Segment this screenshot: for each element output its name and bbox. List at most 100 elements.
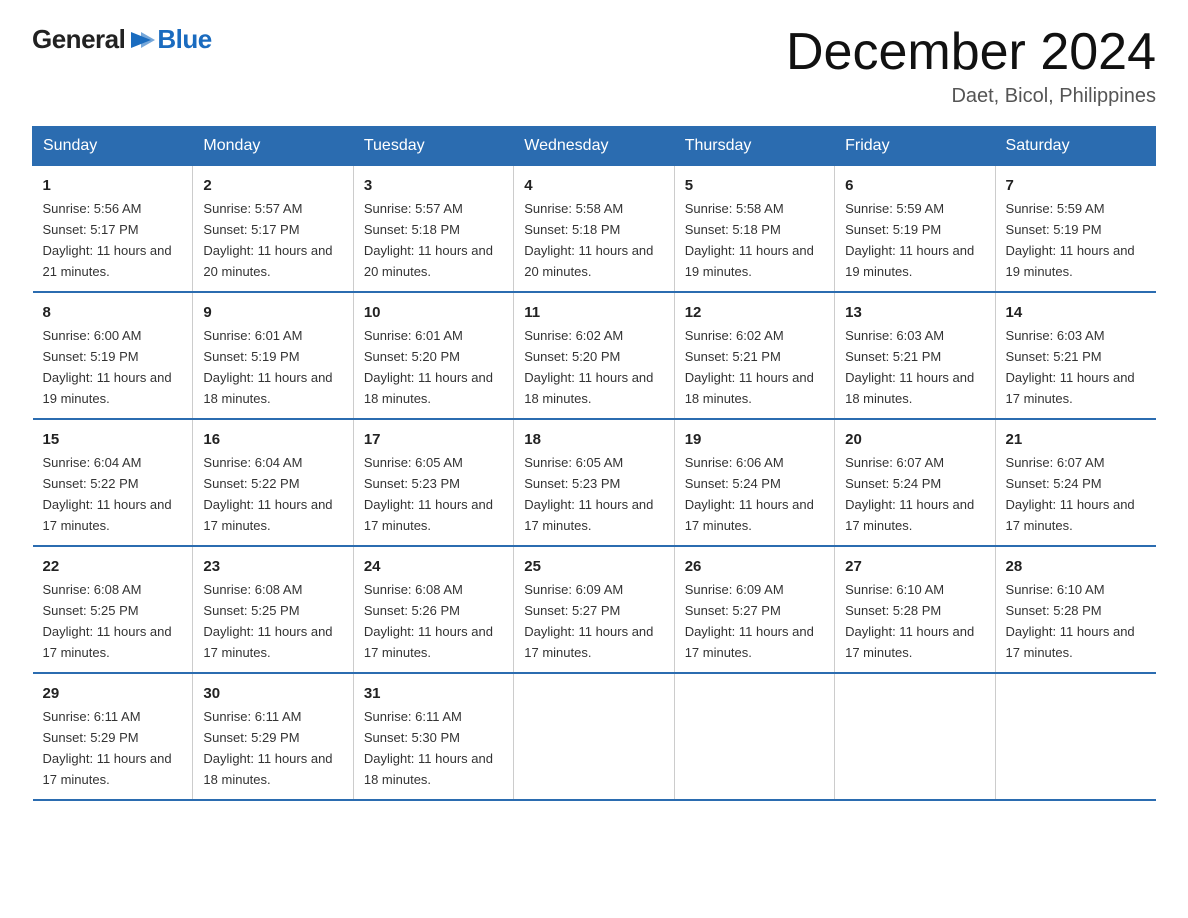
day-info: Sunrise: 6:04 AMSunset: 5:22 PMDaylight:… [43,455,172,533]
calendar-cell: 14 Sunrise: 6:03 AMSunset: 5:21 PMDayligh… [995,292,1155,419]
calendar-week-row: 8 Sunrise: 6:00 AMSunset: 5:19 PMDaylight… [33,292,1156,419]
day-number: 22 [43,555,183,578]
calendar-cell [995,673,1155,800]
calendar-table: Sunday Monday Tuesday Wednesday Thursday… [32,126,1156,801]
day-info: Sunrise: 5:59 AMSunset: 5:19 PMDaylight:… [845,201,974,279]
calendar-cell: 19 Sunrise: 6:06 AMSunset: 5:24 PMDayligh… [674,419,834,546]
day-number: 30 [203,682,342,705]
day-info: Sunrise: 6:01 AMSunset: 5:20 PMDaylight:… [364,328,493,406]
header: General Blue December 2024 Daet, Bicol, … [32,24,1156,108]
day-number: 2 [203,174,342,197]
day-number: 4 [524,174,663,197]
calendar-cell [835,673,995,800]
day-number: 16 [203,428,342,451]
calendar-cell: 1Sunrise: 5:56 AMSunset: 5:17 PMDaylight… [33,166,193,292]
header-thursday: Thursday [674,127,834,166]
day-number: 28 [1006,555,1146,578]
header-sunday: Sunday [33,127,193,166]
day-info: Sunrise: 6:06 AMSunset: 5:24 PMDaylight:… [685,455,814,533]
logo-blue: Blue [157,24,211,55]
calendar-cell: 27 Sunrise: 6:10 AMSunset: 5:28 PMDayligh… [835,546,995,673]
subtitle: Daet, Bicol, Philippines [786,85,1156,108]
calendar-header: Sunday Monday Tuesday Wednesday Thursday… [33,127,1156,166]
header-tuesday: Tuesday [353,127,513,166]
calendar-cell: 30 Sunrise: 6:11 AMSunset: 5:29 PMDayligh… [193,673,353,800]
calendar-cell: 8 Sunrise: 6:00 AMSunset: 5:19 PMDaylight… [33,292,193,419]
day-number: 27 [845,555,984,578]
day-info: Sunrise: 6:11 AMSunset: 5:29 PMDaylight:… [203,709,332,787]
calendar-cell [514,673,674,800]
day-info: Sunrise: 6:11 AMSunset: 5:29 PMDaylight:… [43,709,172,787]
calendar-cell: 11 Sunrise: 6:02 AMSunset: 5:20 PMDayligh… [514,292,674,419]
day-info: Sunrise: 6:05 AMSunset: 5:23 PMDaylight:… [524,455,653,533]
calendar-cell: 10 Sunrise: 6:01 AMSunset: 5:20 PMDayligh… [353,292,513,419]
calendar-cell [674,673,834,800]
calendar-cell: 15 Sunrise: 6:04 AMSunset: 5:22 PMDayligh… [33,419,193,546]
calendar-cell: 21 Sunrise: 6:07 AMSunset: 5:24 PMDayligh… [995,419,1155,546]
day-info: Sunrise: 6:08 AMSunset: 5:25 PMDaylight:… [43,582,172,660]
calendar-cell: 16Sunrise: 6:04 AMSunset: 5:22 PMDayligh… [193,419,353,546]
calendar-cell: 3Sunrise: 5:57 AMSunset: 5:18 PMDaylight… [353,166,513,292]
day-number: 8 [43,301,183,324]
logo: General Blue [32,24,212,55]
logo-general: General [32,24,125,55]
day-number: 17 [364,428,503,451]
calendar-cell: 6 Sunrise: 5:59 AMSunset: 5:19 PMDaylight… [835,166,995,292]
day-number: 24 [364,555,503,578]
day-info: Sunrise: 6:01 AMSunset: 5:19 PMDaylight:… [203,328,332,406]
calendar-week-row: 1Sunrise: 5:56 AMSunset: 5:17 PMDaylight… [33,166,1156,292]
day-info: Sunrise: 6:08 AMSunset: 5:25 PMDaylight:… [203,582,332,660]
day-info: Sunrise: 6:03 AMSunset: 5:21 PMDaylight:… [845,328,974,406]
calendar-cell: 4 Sunrise: 5:58 AMSunset: 5:18 PMDaylight… [514,166,674,292]
day-info: Sunrise: 6:10 AMSunset: 5:28 PMDaylight:… [1006,582,1135,660]
calendar-cell: 28 Sunrise: 6:10 AMSunset: 5:28 PMDayligh… [995,546,1155,673]
day-number: 13 [845,301,984,324]
calendar-week-row: 22 Sunrise: 6:08 AMSunset: 5:25 PMDayligh… [33,546,1156,673]
calendar-cell: 26 Sunrise: 6:09 AMSunset: 5:27 PMDayligh… [674,546,834,673]
day-info: Sunrise: 6:00 AMSunset: 5:19 PMDaylight:… [43,328,172,406]
day-number: 14 [1006,301,1146,324]
header-wednesday: Wednesday [514,127,674,166]
day-info: Sunrise: 6:03 AMSunset: 5:21 PMDaylight:… [1006,328,1135,406]
header-monday: Monday [193,127,353,166]
day-number: 19 [685,428,824,451]
day-number: 12 [685,301,824,324]
day-info: Sunrise: 6:07 AMSunset: 5:24 PMDaylight:… [845,455,974,533]
day-number: 21 [1006,428,1146,451]
title-block: December 2024 Daet, Bicol, Philippines [786,24,1156,108]
day-info: Sunrise: 6:07 AMSunset: 5:24 PMDaylight:… [1006,455,1135,533]
day-number: 20 [845,428,984,451]
calendar-cell: 17 Sunrise: 6:05 AMSunset: 5:23 PMDayligh… [353,419,513,546]
calendar-cell: 2 Sunrise: 5:57 AMSunset: 5:17 PMDaylight… [193,166,353,292]
day-info: Sunrise: 6:02 AMSunset: 5:20 PMDaylight:… [524,328,653,406]
day-info: Sunrise: 5:57 AMSunset: 5:18 PMDaylight:… [364,201,493,279]
calendar-cell: 23Sunrise: 6:08 AMSunset: 5:25 PMDayligh… [193,546,353,673]
calendar-cell: 18Sunrise: 6:05 AMSunset: 5:23 PMDayligh… [514,419,674,546]
calendar-cell: 7Sunrise: 5:59 AMSunset: 5:19 PMDaylight… [995,166,1155,292]
page: General Blue December 2024 Daet, Bicol, … [0,0,1188,825]
day-number: 5 [685,174,824,197]
day-info: Sunrise: 6:09 AMSunset: 5:27 PMDaylight:… [685,582,814,660]
day-info: Sunrise: 6:09 AMSunset: 5:27 PMDaylight:… [524,582,653,660]
day-info: Sunrise: 6:11 AMSunset: 5:30 PMDaylight:… [364,709,493,787]
calendar-body: 1Sunrise: 5:56 AMSunset: 5:17 PMDaylight… [33,166,1156,800]
day-number: 10 [364,301,503,324]
day-number: 11 [524,301,663,324]
weekday-row: Sunday Monday Tuesday Wednesday Thursday… [33,127,1156,166]
calendar-cell: 9 Sunrise: 6:01 AMSunset: 5:19 PMDaylight… [193,292,353,419]
day-number: 9 [203,301,342,324]
day-info: Sunrise: 6:10 AMSunset: 5:28 PMDaylight:… [845,582,974,660]
day-number: 15 [43,428,183,451]
main-title: December 2024 [786,24,1156,81]
logo-triangle-icon [127,26,155,54]
day-number: 26 [685,555,824,578]
calendar-cell: 12Sunrise: 6:02 AMSunset: 5:21 PMDayligh… [674,292,834,419]
day-info: Sunrise: 6:05 AMSunset: 5:23 PMDaylight:… [364,455,493,533]
day-info: Sunrise: 5:58 AMSunset: 5:18 PMDaylight:… [524,201,653,279]
day-info: Sunrise: 5:58 AMSunset: 5:18 PMDaylight:… [685,201,814,279]
day-number: 1 [43,174,183,197]
calendar-week-row: 29Sunrise: 6:11 AMSunset: 5:29 PMDayligh… [33,673,1156,800]
day-info: Sunrise: 5:57 AMSunset: 5:17 PMDaylight:… [203,201,332,279]
calendar-week-row: 15 Sunrise: 6:04 AMSunset: 5:22 PMDayligh… [33,419,1156,546]
day-number: 6 [845,174,984,197]
